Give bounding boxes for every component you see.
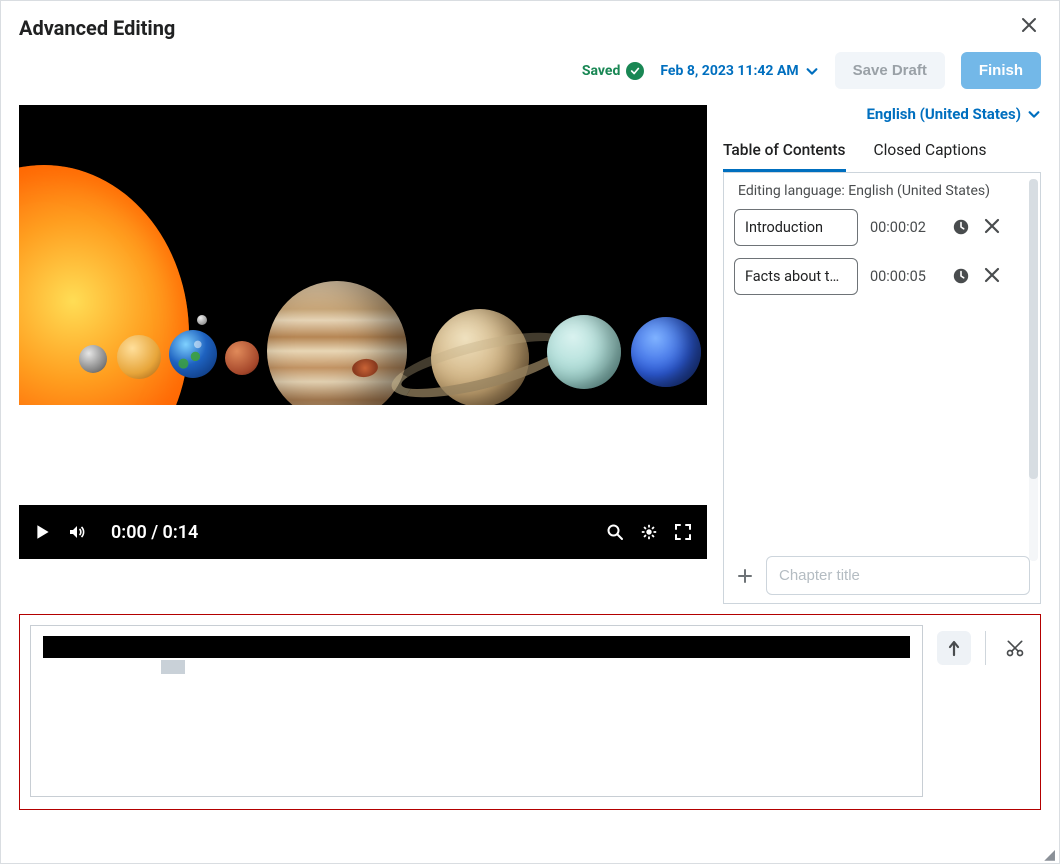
video-time-display: 0:00 / 0:14 [111, 522, 198, 543]
video-player[interactable]: 0:00 / 0:14 [19, 105, 707, 559]
saved-label: Saved [582, 63, 620, 79]
gear-icon[interactable] [639, 522, 659, 542]
venus [117, 335, 161, 379]
chapter-title-input[interactable] [766, 556, 1030, 595]
header: Advanced Editing [1, 1, 1059, 42]
side-panel: English (United States) Table of Content… [723, 105, 1041, 604]
close-icon[interactable] [1017, 13, 1041, 42]
toc-title-input[interactable]: Facts about t… [734, 258, 858, 295]
delete-icon[interactable] [984, 218, 1004, 238]
timestamp-text: Feb 8, 2023 11:42 AM [660, 63, 798, 79]
cut-button[interactable] [1000, 633, 1030, 663]
timeline-controls [937, 625, 1030, 665]
toc-time: 00:00:05 [870, 268, 940, 285]
divider [985, 631, 986, 665]
neptune [631, 317, 701, 387]
timeline-playhead[interactable] [161, 660, 185, 674]
action-bar: Saved Feb 8, 2023 11:42 AM Save Draft Fi… [1, 42, 1059, 105]
timestamp-dropdown[interactable]: Feb 8, 2023 11:42 AM [660, 63, 818, 79]
timeline-section [19, 614, 1041, 810]
editor-window: Advanced Editing Saved Feb 8, 2023 11:42… [0, 0, 1060, 864]
mars [225, 341, 259, 375]
timeline-mark-button[interactable] [937, 631, 971, 665]
moon [197, 315, 207, 325]
jupiter [267, 281, 407, 421]
saved-status: Saved [582, 62, 644, 80]
mercury [79, 345, 107, 373]
language-label: English (United States) [866, 105, 1021, 123]
uranus [547, 315, 621, 389]
tab-closed-captions[interactable]: Closed Captions [874, 135, 987, 172]
tab-table-of-contents[interactable]: Table of Contents [723, 135, 846, 172]
resize-grip: ◢ [1044, 850, 1055, 860]
saturn [401, 299, 561, 417]
chevron-down-icon [805, 64, 819, 78]
toc-panel-body: Editing language: English (United States… [724, 173, 1040, 548]
main-content: 0:00 / 0:14 English (United States) [1, 105, 1059, 604]
tabs: Table of Contents Closed Captions [723, 135, 1041, 172]
timeline-canvas[interactable] [30, 625, 923, 797]
delete-icon[interactable] [984, 267, 1004, 287]
save-draft-button[interactable]: Save Draft [835, 52, 945, 89]
toc-title-input[interactable]: Introduction [734, 209, 858, 246]
toc-row: Introduction 00:00:02 [734, 209, 1026, 246]
video-controls: 0:00 / 0:14 [19, 505, 707, 559]
chevron-down-icon [1027, 107, 1041, 121]
toc-panel-footer [724, 548, 1040, 603]
panel-scrollbar[interactable] [1029, 179, 1038, 561]
earth [169, 330, 217, 378]
clock-icon[interactable] [952, 218, 972, 238]
search-icon[interactable] [605, 522, 625, 542]
check-circle-icon [626, 62, 644, 80]
clock-icon[interactable] [952, 267, 972, 287]
page-title: Advanced Editing [19, 16, 175, 40]
video-column: 0:00 / 0:14 [19, 105, 707, 604]
slide-lower-band [19, 405, 707, 513]
volume-icon[interactable] [67, 522, 87, 542]
language-selector[interactable]: English (United States) [723, 105, 1041, 135]
toc-time: 00:00:02 [870, 219, 940, 236]
video-frame-image [19, 105, 707, 559]
toc-row: Facts about t… 00:00:05 [734, 258, 1026, 295]
editing-language-text: Editing language: English (United States… [738, 183, 1026, 199]
add-chapter-button[interactable] [734, 565, 756, 587]
play-icon[interactable] [33, 522, 53, 542]
timeline-track[interactable] [43, 636, 910, 658]
fullscreen-icon[interactable] [673, 522, 693, 542]
finish-button[interactable]: Finish [961, 52, 1041, 89]
toc-panel: Editing language: English (United States… [723, 172, 1041, 604]
